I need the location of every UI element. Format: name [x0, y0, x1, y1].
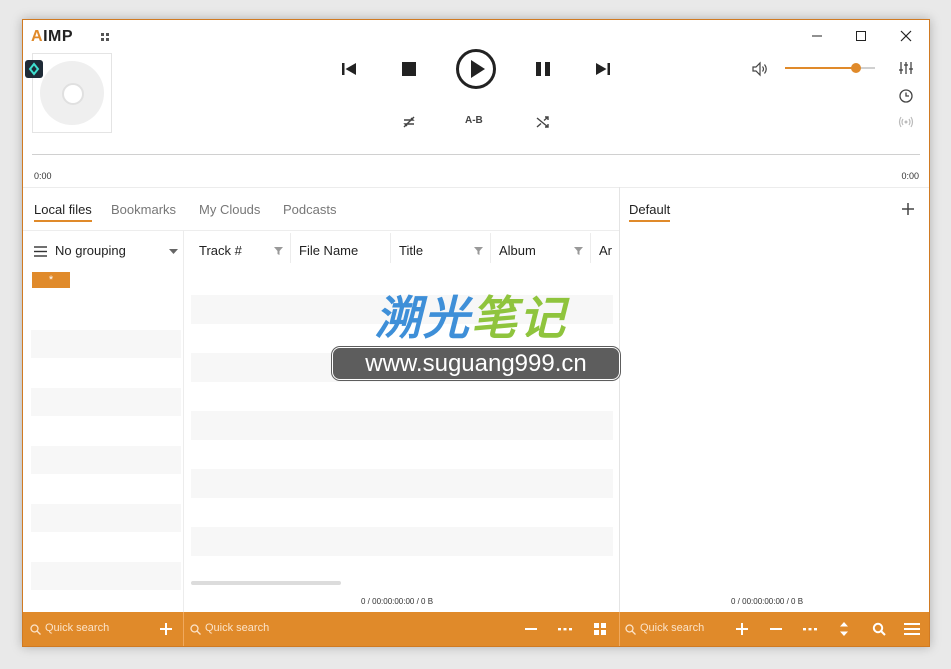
play-icon[interactable] — [455, 48, 497, 90]
watermark-url: www.suguang999.cn — [332, 347, 620, 380]
maximize-icon[interactable] — [853, 28, 869, 44]
time-elapsed: 0:00 — [34, 171, 52, 181]
stop-icon[interactable] — [399, 59, 419, 79]
column-track-number[interactable]: Track # — [199, 243, 242, 258]
search-icon — [190, 624, 201, 635]
group-item-all[interactable]: * — [32, 272, 70, 288]
playlist-search-input[interactable]: Quick search — [640, 622, 704, 634]
filter-icon[interactable] — [474, 247, 483, 255]
aimp-window: AIMP A-B 0:00 0:00 Local files Bookmarks… — [22, 19, 930, 647]
table-row-stripe — [191, 411, 613, 440]
divider — [23, 230, 619, 231]
playlist-tab-default[interactable]: Default — [629, 202, 671, 222]
table-row-stripe — [191, 469, 613, 498]
library-status: 0 / 00:00:00:00 / 0 B — [361, 597, 434, 606]
add-icon[interactable] — [159, 622, 173, 636]
equalizer-icon[interactable] — [898, 60, 914, 76]
scheduler-clock-icon[interactable] — [898, 88, 914, 104]
divider — [183, 612, 184, 646]
time-total: 0:00 — [901, 171, 919, 181]
list-row-stripe — [31, 504, 181, 532]
column-divider[interactable] — [183, 230, 184, 612]
more-options-icon[interactable] — [558, 622, 572, 636]
visualization-badge-icon[interactable] — [25, 60, 43, 78]
list-row-stripe — [31, 562, 181, 590]
column-divider[interactable] — [590, 233, 591, 263]
watermark-logo: 溯光笔记 — [375, 282, 567, 348]
close-icon[interactable] — [898, 28, 914, 44]
next-track-icon[interactable] — [593, 59, 613, 79]
main-menu-icon[interactable] — [100, 32, 110, 42]
tab-bookmarks[interactable]: Bookmarks — [111, 202, 176, 217]
hamburger-menu-icon[interactable] — [34, 246, 47, 257]
volume-slider-fill — [785, 67, 857, 69]
divider — [619, 612, 620, 646]
logo-accent: A — [31, 28, 44, 45]
radio-broadcast-icon[interactable] — [898, 114, 914, 130]
filter-icon[interactable] — [274, 247, 283, 255]
volume-icon[interactable] — [751, 60, 769, 78]
previous-track-icon[interactable] — [339, 59, 359, 79]
panel-divider[interactable] — [619, 187, 620, 612]
remove-icon[interactable] — [769, 622, 783, 636]
menu-icon[interactable] — [904, 622, 920, 636]
column-divider[interactable] — [490, 233, 491, 263]
pause-icon[interactable] — [533, 59, 553, 79]
grid-view-icon[interactable] — [593, 622, 607, 636]
more-options-icon[interactable] — [803, 622, 817, 636]
list-row-stripe — [31, 388, 181, 416]
table-row-stripe — [191, 527, 613, 556]
ab-repeat-button[interactable]: A-B — [465, 115, 483, 126]
app-logo: AIMP — [31, 28, 73, 46]
groups-search-input[interactable]: Quick search — [45, 622, 109, 634]
repeat-off-icon[interactable] — [401, 114, 417, 130]
column-divider[interactable] — [290, 233, 291, 263]
cd-hole — [62, 83, 84, 105]
horizontal-scrollbar[interactable] — [191, 581, 341, 585]
volume-slider-knob[interactable] — [851, 63, 861, 73]
column-album[interactable]: Album — [499, 243, 536, 258]
add-playlist-icon[interactable] — [901, 202, 915, 216]
shuffle-icon[interactable] — [535, 114, 551, 130]
column-artist[interactable]: Ar — [599, 243, 612, 258]
list-row-stripe — [31, 330, 181, 358]
grouping-selector[interactable]: No grouping — [55, 243, 126, 258]
sort-icon[interactable] — [838, 621, 850, 637]
add-icon[interactable] — [735, 622, 749, 636]
album-cover — [32, 53, 112, 133]
search-icon — [625, 624, 636, 635]
seek-bar[interactable] — [32, 154, 920, 155]
minimize-icon[interactable] — [809, 28, 825, 44]
remove-icon[interactable] — [524, 622, 538, 636]
logo-text-rest: IMP — [43, 28, 74, 45]
watermark-text-blue: 溯光 — [375, 292, 471, 344]
tab-local-files[interactable]: Local files — [34, 202, 92, 222]
filter-icon[interactable] — [574, 247, 583, 255]
chevron-down-icon[interactable] — [169, 249, 178, 254]
watermark-text-green: 笔记 — [471, 292, 567, 344]
search-icon — [30, 624, 41, 635]
playlist-status: 0 / 00:00:00:00 / 0 B — [731, 597, 804, 606]
tab-podcasts[interactable]: Podcasts — [283, 202, 336, 217]
list-row-stripe — [31, 446, 181, 474]
column-title[interactable]: Title — [399, 243, 423, 258]
library-search-input[interactable]: Quick search — [205, 622, 269, 634]
column-file-name[interactable]: File Name — [299, 243, 358, 258]
divider — [23, 187, 929, 188]
column-divider[interactable] — [390, 233, 391, 263]
search-icon[interactable] — [872, 622, 886, 636]
tab-my-clouds[interactable]: My Clouds — [199, 202, 260, 217]
